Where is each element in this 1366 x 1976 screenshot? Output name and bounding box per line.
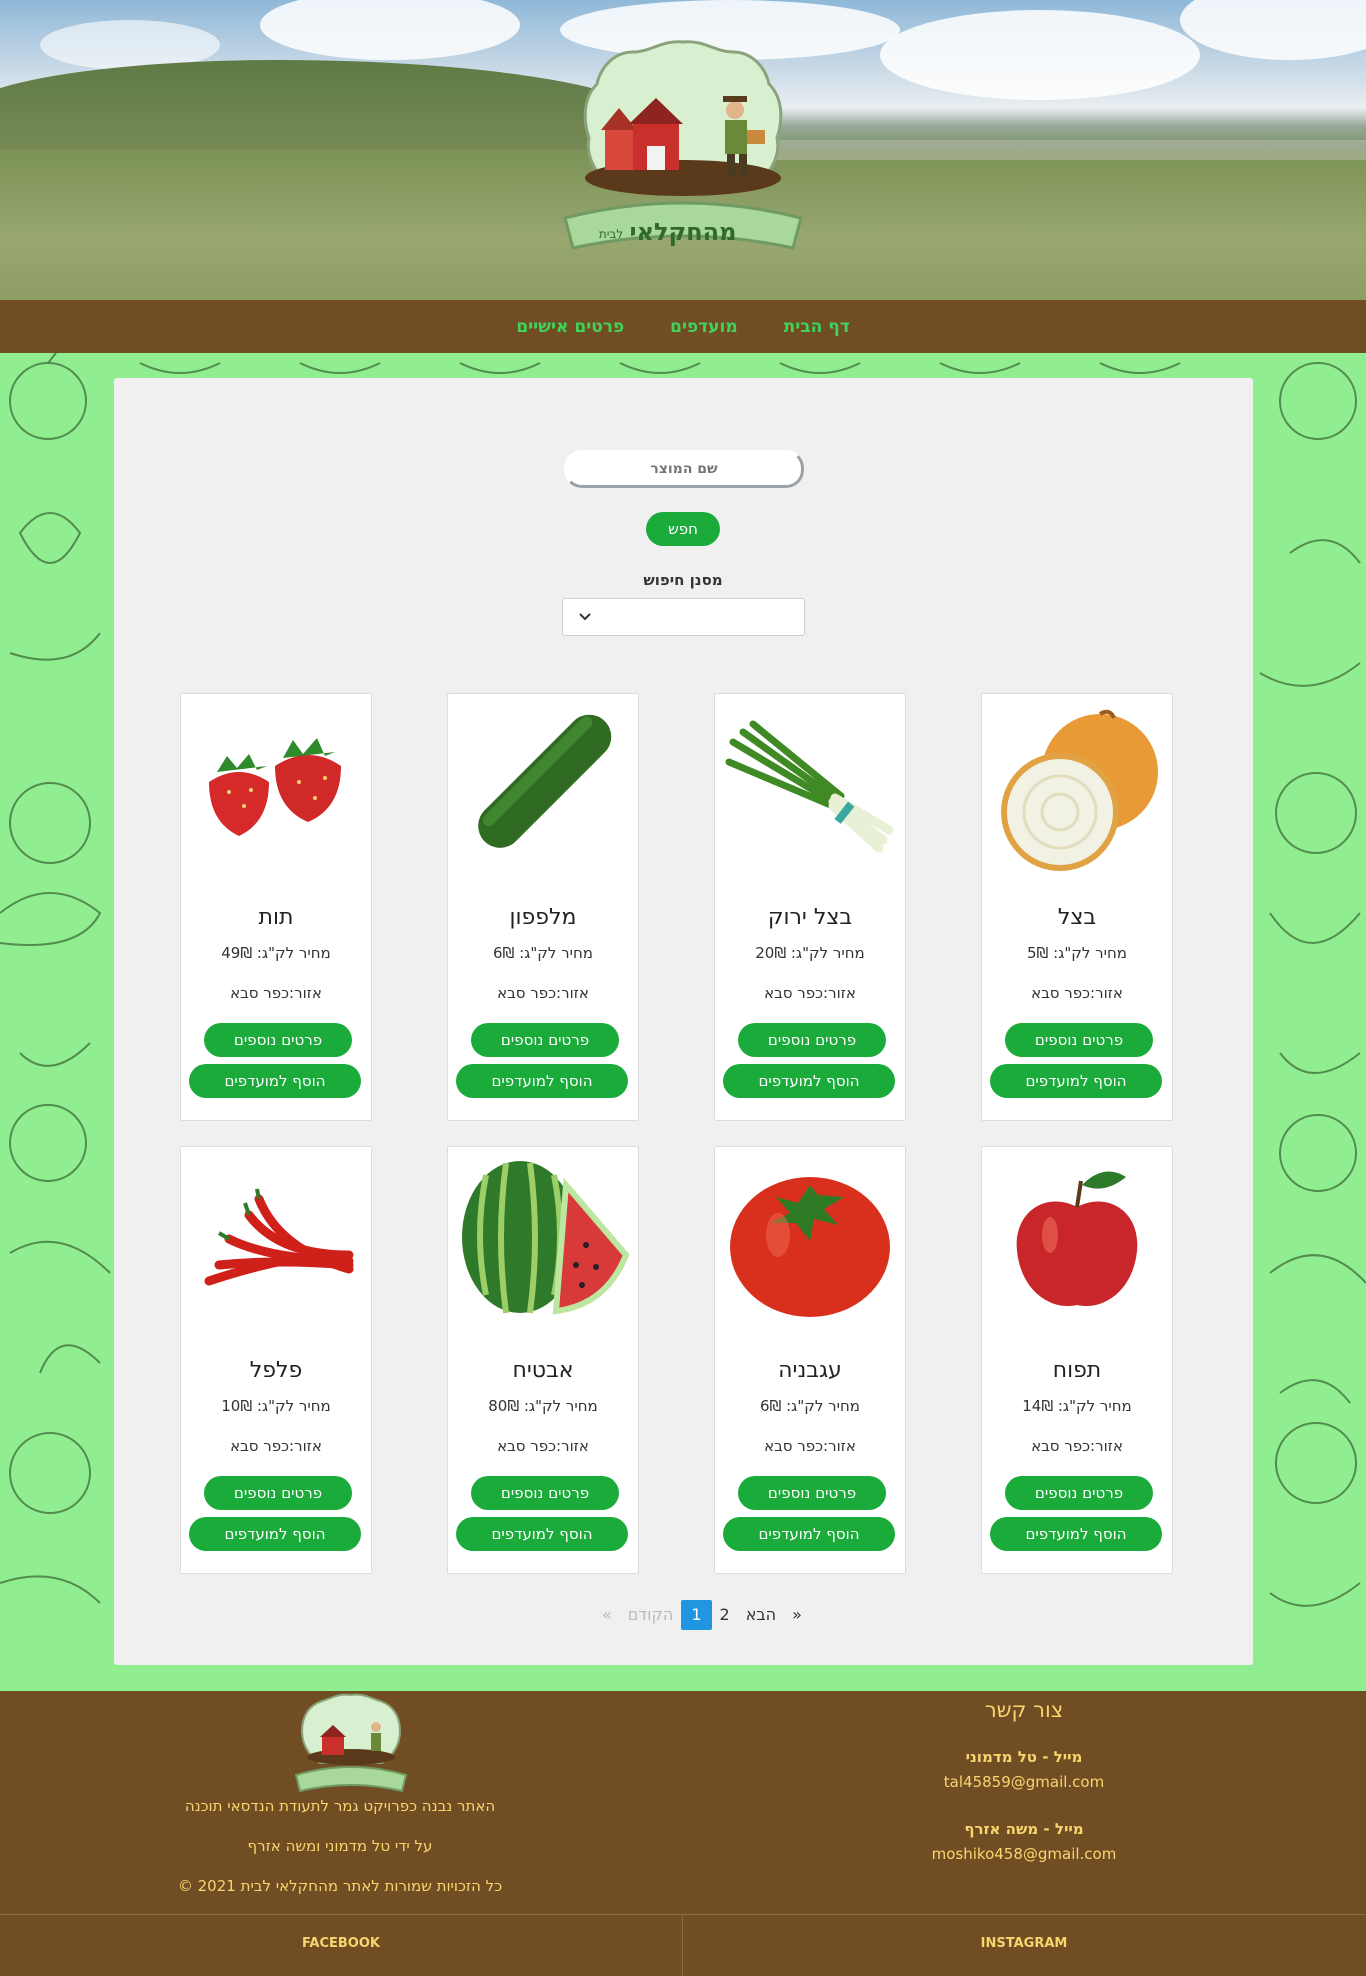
about-line-2: על ידי טל מדמוני ומשה אזרף bbox=[247, 1837, 433, 1855]
product-area: אזור:כפר סבא bbox=[764, 984, 856, 1002]
nav-home-link[interactable]: דף הבית bbox=[784, 317, 850, 337]
more-details-button[interactable]: פרטים נוספים bbox=[471, 1476, 619, 1510]
more-details-button[interactable]: פרטים נוספים bbox=[1005, 1476, 1153, 1510]
svg-text:מהחקלאי: מהחקלאי bbox=[629, 218, 736, 246]
main-nav: דף הבית מועדפים פרטים אישיים bbox=[0, 300, 1366, 353]
product-card-strawberry: תות מחיר לק"ג: 49₪ אזור:כפר סבא פרטים נו… bbox=[180, 693, 372, 1121]
footer-logo bbox=[294, 1693, 408, 1793]
site-logo[interactable]: מהחקלאי לבית bbox=[555, 38, 811, 264]
pagination-next[interactable]: הבא bbox=[738, 1600, 784, 1630]
pagination: « הבא 2 1 הקודם » bbox=[594, 1600, 810, 1630]
more-details-button[interactable]: פרטים נוספים bbox=[204, 1023, 352, 1057]
tomato-image bbox=[730, 1177, 890, 1317]
pagination-first[interactable]: « bbox=[784, 1600, 810, 1630]
onion-image bbox=[1001, 709, 1158, 871]
product-price: מחיר לק"ג: 10₪ bbox=[221, 1397, 331, 1415]
add-to-favorites-button[interactable]: הוסף למועדפים bbox=[189, 1064, 361, 1098]
search-button[interactable]: חפש bbox=[646, 512, 720, 546]
product-name: פלפל bbox=[249, 1358, 303, 1383]
product-area: אזור:כפר סבא bbox=[764, 1437, 856, 1455]
product-name: אבטיח bbox=[512, 1358, 574, 1383]
product-area: אזור:כפר סבא bbox=[497, 984, 589, 1002]
add-to-favorites-button[interactable]: הוסף למועדפים bbox=[189, 1517, 361, 1551]
add-to-favorites-button[interactable]: הוסף למועדפים bbox=[990, 1517, 1162, 1551]
pagination-last: » bbox=[602, 1605, 612, 1624]
green-onion-image bbox=[725, 720, 894, 853]
watermelon-image bbox=[462, 1161, 630, 1315]
add-to-favorites-button[interactable]: הוסף למועדפים bbox=[723, 1064, 895, 1098]
product-card-tomato: עגבניה מחיר לק"ג: 6₪ אזור:כפר סבא פרטים … bbox=[714, 1146, 906, 1574]
product-card-onion: בצל מחיר לק"ג: 5₪ אזור:כפר סבא פרטים נוס… bbox=[981, 693, 1173, 1121]
product-name: עגבניה bbox=[778, 1358, 842, 1383]
pagination-page-1[interactable]: 1 bbox=[681, 1600, 712, 1630]
copyright-text: כל הזכויות שמורות לאתר מהחקלאי לבית 2021… bbox=[177, 1877, 503, 1895]
more-details-button[interactable]: פרטים נוספים bbox=[1005, 1023, 1153, 1057]
add-to-favorites-button[interactable]: הוסף למועדפים bbox=[990, 1064, 1162, 1098]
product-price: מחיר לק"ג: 14₪ bbox=[1022, 1397, 1132, 1415]
product-name: מלפפון bbox=[509, 905, 577, 930]
filter-label: מסנן חיפוש bbox=[643, 571, 723, 589]
nav-personal-link[interactable]: פרטים אישיים bbox=[516, 317, 624, 337]
product-area: אזור:כפר סבא bbox=[230, 1437, 322, 1455]
add-to-favorites-button[interactable]: הוסף למועדפים bbox=[456, 1064, 628, 1098]
svg-text:לבית: לבית bbox=[599, 227, 623, 241]
apple-image bbox=[1016, 1171, 1138, 1307]
contact1-label: מייל - טל מדמוני bbox=[965, 1748, 1083, 1766]
product-card-pepper: פלפל מחיר לק"ג: 10₪ אזור:כפר סבא פרטים נ… bbox=[180, 1146, 372, 1574]
nav-favorites-link[interactable]: מועדפים bbox=[670, 317, 737, 337]
more-details-button[interactable]: פרטים נוספים bbox=[471, 1023, 619, 1057]
more-details-button[interactable]: פרטים נוספים bbox=[738, 1023, 886, 1057]
product-price: מחיר לק"ג: 6₪ bbox=[493, 944, 593, 962]
about-line-1: האתר נבנה כפרויקט גמר לתעודת הנדסאי תוכנ… bbox=[184, 1797, 496, 1815]
hero-banner: מהחקלאי לבית bbox=[0, 0, 1366, 300]
product-area: אזור:כפר סבא bbox=[230, 984, 322, 1002]
product-name: תפוח bbox=[1052, 1358, 1102, 1383]
product-price: מחיר לק"ג: 49₪ bbox=[221, 944, 331, 962]
product-card-green-onion: בצל ירוק מחיר לק"ג: 20₪ אזור:כפר סבא פרט… bbox=[714, 693, 906, 1121]
more-details-button[interactable]: פרטים נוספים bbox=[738, 1476, 886, 1510]
cucumber-image bbox=[478, 714, 612, 848]
search-filter-select[interactable] bbox=[562, 598, 805, 636]
product-area: אזור:כפר סבא bbox=[1031, 1437, 1123, 1455]
chevron-down-icon bbox=[579, 613, 591, 621]
instagram-link[interactable]: INSTAGRAM bbox=[824, 1936, 1224, 1951]
product-card-cucumber: מלפפון מחיר לק"ג: 6₪ אזור:כפר סבא פרטים … bbox=[447, 693, 639, 1121]
add-to-favorites-button[interactable]: הוסף למועדפים bbox=[456, 1517, 628, 1551]
pagination-prev: הקודם bbox=[627, 1605, 674, 1624]
product-card-apple: תפוח מחיר לק"ג: 14₪ אזור:כפר סבא פרטים נ… bbox=[981, 1146, 1173, 1574]
strawberry-image bbox=[209, 738, 341, 836]
contact2-email[interactable]: moshiko458@gmail.com bbox=[874, 1845, 1174, 1863]
product-area: אזור:כפר סבא bbox=[497, 1437, 589, 1455]
more-details-button[interactable]: פרטים נוספים bbox=[204, 1476, 352, 1510]
product-price: מחיר לק"ג: 80₪ bbox=[488, 1397, 598, 1415]
product-card-watermelon: אבטיח מחיר לק"ג: 80₪ אזור:כפר סבא פרטים … bbox=[447, 1146, 639, 1574]
contact1-email[interactable]: tal45859@gmail.com bbox=[874, 1773, 1174, 1791]
chili-pepper-image bbox=[204, 1188, 354, 1286]
product-name: בצל bbox=[1057, 905, 1097, 930]
product-area: אזור:כפר סבא bbox=[1031, 984, 1123, 1002]
pagination-page-2[interactable]: 2 bbox=[712, 1600, 738, 1630]
contact2-label: מייל - משה אזרף bbox=[964, 1820, 1084, 1838]
facebook-link[interactable]: FACEBOOK bbox=[141, 1936, 541, 1951]
product-name: בצל ירוק bbox=[767, 905, 853, 930]
product-price: מחיר לק"ג: 5₪ bbox=[1027, 944, 1127, 962]
product-price: מחיר לק"ג: 20₪ bbox=[755, 944, 865, 962]
product-search-input[interactable] bbox=[564, 450, 804, 488]
add-to-favorites-button[interactable]: הוסף למועדפים bbox=[723, 1517, 895, 1551]
product-name: תות bbox=[258, 905, 294, 930]
product-price: מחיר לק"ג: 6₪ bbox=[760, 1397, 860, 1415]
contact-title: צור קשר bbox=[984, 1698, 1064, 1722]
